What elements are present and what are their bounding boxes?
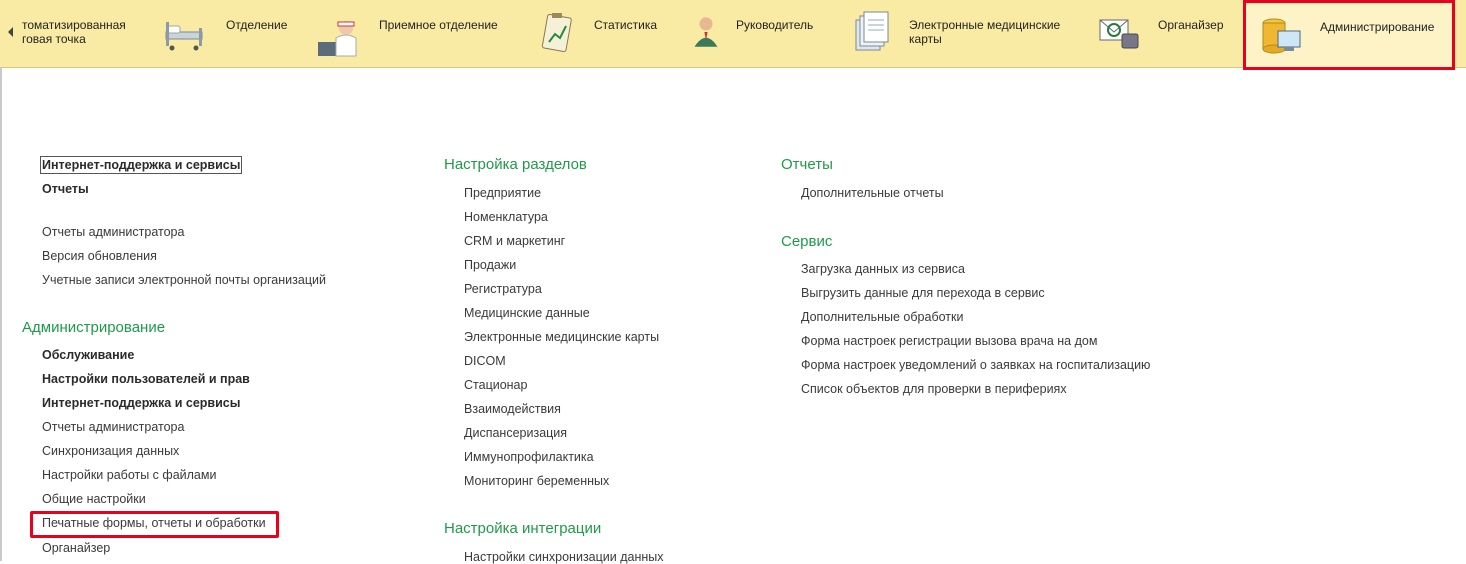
section-label: Отделение <box>226 18 288 32</box>
section-label: Руководитель <box>736 18 814 32</box>
section-label: томатизированная говая точка <box>22 18 126 46</box>
link-additional-reports[interactable]: Дополнительные отчеты <box>801 186 944 200</box>
link-peripheral-objects[interactable]: Список объектов для проверки в периферия… <box>801 382 1067 396</box>
link-pregnancy-monitoring[interactable]: Мониторинг беременных <box>464 474 609 488</box>
section-label: Администрирование <box>1320 20 1435 34</box>
service-heading: Сервис <box>781 233 833 250</box>
scroll-left-arrow-icon[interactable] <box>8 27 13 37</box>
link-interactions[interactable]: Взаимодействия <box>464 402 561 416</box>
clipboard-chart-icon <box>541 13 572 52</box>
section-reception[interactable]: Приемное отделение <box>312 0 522 67</box>
link-internet-support-2[interactable]: Интернет-поддержка и сервисы <box>42 396 240 410</box>
hospital-bed-icon <box>165 22 203 51</box>
integration-settings-heading: Настройка интеграции <box>444 520 602 537</box>
section-organizer[interactable]: Органайзер <box>1098 0 1238 67</box>
link-hospitalization-notify-form[interactable]: Форма настроек уведомлений о заявках на … <box>801 358 1150 372</box>
link-registry[interactable]: Регистратура <box>464 282 542 296</box>
section-administration[interactable]: Администрирование <box>1243 0 1455 70</box>
link-reports[interactable]: Отчеты <box>42 182 89 196</box>
link-emr[interactable]: Электронные медицинские карты <box>464 330 659 344</box>
link-home-call-form[interactable]: Форма настроек регистрации вызова врача … <box>801 334 1097 348</box>
link-file-settings[interactable]: Настройки работы с файлами <box>42 468 216 482</box>
link-update-version[interactable]: Версия обновления <box>42 249 157 263</box>
link-admin-reports-2[interactable]: Отчеты администратора <box>42 420 184 434</box>
reports-heading: Отчеты <box>781 156 833 173</box>
link-admin-reports[interactable]: Отчеты администратора <box>42 225 184 239</box>
link-email-accounts[interactable]: Учетные записи электронной почты организ… <box>42 273 326 287</box>
link-nomenclature[interactable]: Номенклатура <box>464 210 548 224</box>
section-label: Органайзер <box>1158 18 1224 32</box>
manager-icon <box>694 17 718 47</box>
link-hospital[interactable]: Стационар <box>464 378 527 392</box>
section-manager[interactable]: Руководитель <box>690 0 820 67</box>
section-settings-heading: Настройка разделов <box>444 156 587 173</box>
section-department[interactable]: Отделение <box>160 0 300 67</box>
link-dicom[interactable]: DICOM <box>464 354 506 368</box>
left-divider <box>0 67 2 561</box>
email-phone-icon <box>1099 19 1139 49</box>
link-export-to-service[interactable]: Выгрузить данные для перехода в сервис <box>801 286 1045 300</box>
print-forms-highlight <box>30 511 279 538</box>
link-dispensary[interactable]: Диспансеризация <box>464 426 567 440</box>
section-label: Электронные медицинские карты <box>909 18 1061 46</box>
link-internet-support[interactable]: Интернет-поддержка и сервисы <box>39 156 243 174</box>
administration-heading: Администрирование <box>22 319 166 336</box>
link-organizer[interactable]: Органайзер <box>42 541 110 555</box>
link-enterprise[interactable]: Предприятие <box>464 186 541 200</box>
link-data-sync[interactable]: Синхронизация данных <box>42 444 179 458</box>
sections-panel: томатизированная говая точка Отделение П… <box>0 0 1466 70</box>
section-label: Статистика <box>594 18 658 32</box>
link-load-from-service[interactable]: Загрузка данных из сервиса <box>801 262 965 276</box>
link-sales[interactable]: Продажи <box>464 258 516 272</box>
link-medical-data[interactable]: Медицинские данные <box>464 306 590 320</box>
section-retail-point[interactable]: томатизированная говая точка <box>18 0 153 67</box>
section-statistics[interactable]: Статистика <box>533 0 673 67</box>
documents-icon <box>855 11 889 51</box>
link-immunoprophylaxis[interactable]: Иммунопрофилактика <box>464 450 594 464</box>
nurse-icon <box>318 21 357 57</box>
link-maintenance[interactable]: Обслуживание <box>42 348 134 362</box>
database-computer-icon <box>1262 18 1301 54</box>
link-sync-settings[interactable]: Настройки синхронизации данных <box>464 550 664 564</box>
section-emr[interactable]: Электронные медицинские карты <box>848 0 1088 67</box>
link-crm[interactable]: CRM и маркетинг <box>464 234 565 248</box>
link-user-settings[interactable]: Настройки пользователей и прав <box>42 372 250 386</box>
link-additional-processing[interactable]: Дополнительные обработки <box>801 310 963 324</box>
section-label: Приемное отделение <box>379 18 498 32</box>
link-general-settings[interactable]: Общие настройки <box>42 492 146 506</box>
